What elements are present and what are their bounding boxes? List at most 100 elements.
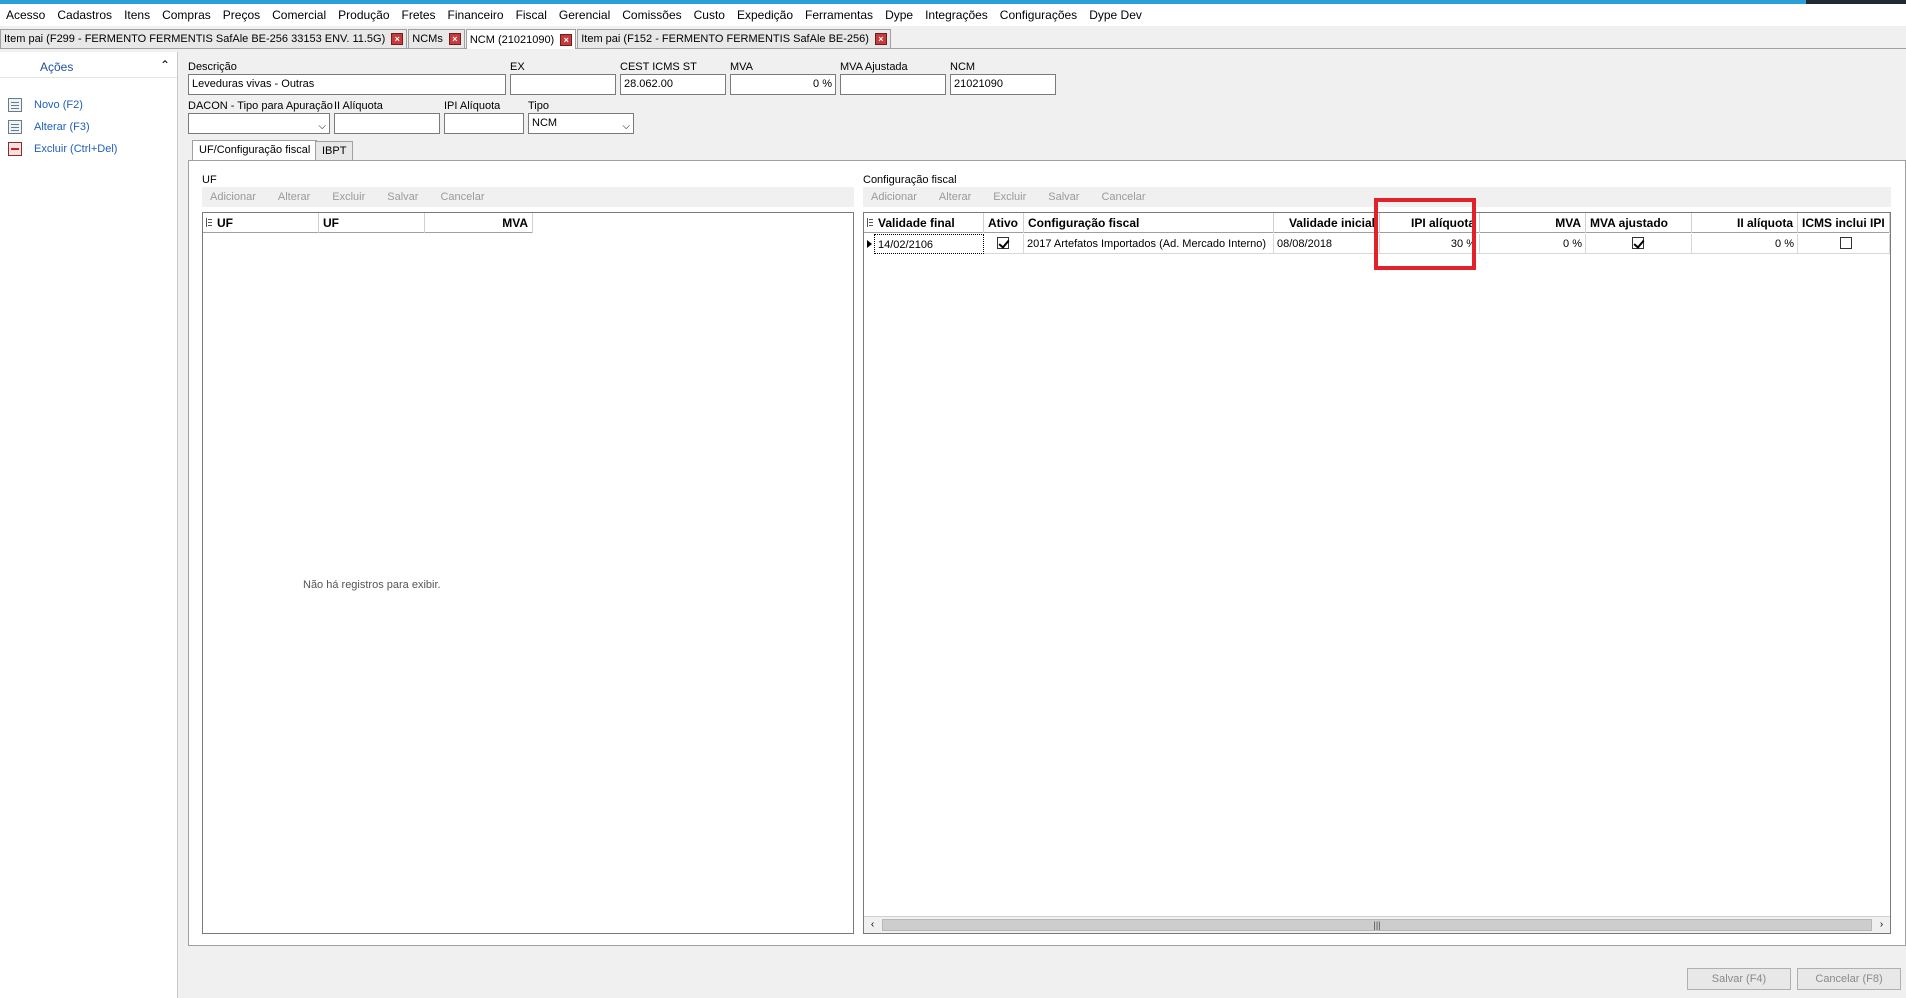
- col-configuracao-fiscal[interactable]: Configuração fiscal: [1024, 213, 1274, 233]
- chevron-down-icon: ⌵: [622, 121, 630, 132]
- column-chooser-icon[interactable]: [206, 218, 212, 227]
- col-ativo[interactable]: Ativo: [984, 213, 1024, 233]
- mva-field[interactable]: 0 %: [730, 74, 836, 95]
- action-label: Novo (F2): [34, 99, 83, 111]
- menu-fiscal[interactable]: Fiscal: [510, 4, 553, 26]
- ncm-field[interactable]: 21021090: [950, 74, 1056, 95]
- menu-configuracoes[interactable]: Configurações: [994, 4, 1083, 26]
- action-alterar[interactable]: Alterar (F3): [8, 118, 90, 136]
- mva-ajustado-checkbox[interactable]: [1632, 237, 1644, 249]
- menu-financeiro[interactable]: Financeiro: [442, 4, 510, 26]
- cell-mva-ajustado[interactable]: [1586, 234, 1692, 254]
- cell-configuracao-fiscal[interactable]: 2017 Artefatos Importados (Ad. Mercado I…: [1024, 234, 1274, 254]
- mva-ajustada-field[interactable]: [840, 74, 946, 95]
- doc-tab-item-pai-f152[interactable]: Item pai (F152 - FERMENTO FERMENTIS SafA…: [577, 29, 891, 48]
- col-mva-ajustado[interactable]: MVA ajustado: [1586, 213, 1692, 233]
- doc-tab-label: NCMs: [412, 33, 443, 45]
- menu-producao[interactable]: Produção: [332, 4, 395, 26]
- cell-ativo[interactable]: [984, 234, 1024, 254]
- config-grid[interactable]: Validade final Ativo Configuração fiscal…: [863, 212, 1891, 934]
- scroll-left-icon[interactable]: ‹: [864, 917, 881, 933]
- uf-add-button[interactable]: Adicionar: [210, 191, 256, 203]
- menu-ferramentas[interactable]: Ferramentas: [799, 4, 879, 26]
- menu-comissoes[interactable]: Comissões: [616, 4, 687, 26]
- close-icon[interactable]: ×: [874, 33, 887, 45]
- scroll-right-icon[interactable]: ›: [1873, 917, 1890, 933]
- uf-grid-header: UF UF MVA: [203, 213, 533, 233]
- close-icon[interactable]: ×: [391, 33, 404, 45]
- config-add-button[interactable]: Adicionar: [871, 191, 917, 203]
- close-icon[interactable]: ×: [560, 33, 573, 46]
- new-document-icon: [8, 98, 22, 112]
- cancel-button[interactable]: Cancelar (F8): [1797, 968, 1901, 990]
- ii-aliquota-field[interactable]: [334, 113, 440, 134]
- actions-header[interactable]: Ações ⌃: [0, 52, 177, 78]
- col-ii-aliquota[interactable]: II alíquota: [1692, 213, 1798, 233]
- menu-dype-dev[interactable]: Dype Dev: [1083, 4, 1148, 26]
- tab-uf-configuracao-fiscal[interactable]: UF/Configuração fiscal: [192, 140, 318, 161]
- uf-delete-button[interactable]: Excluir: [332, 191, 365, 203]
- cest-label: CEST ICMS ST: [620, 61, 697, 73]
- ex-field[interactable]: [510, 74, 616, 95]
- uf-col-uf-1[interactable]: UF: [213, 213, 319, 233]
- cell-validade-inicial[interactable]: 08/08/2018: [1274, 234, 1380, 254]
- close-icon[interactable]: ×: [448, 33, 461, 45]
- menu-itens[interactable]: Itens: [118, 4, 156, 26]
- doc-tab-label: Item pai (F152 - FERMENTO FERMENTIS SafA…: [581, 33, 869, 45]
- menu-compras[interactable]: Compras: [156, 4, 217, 26]
- uf-save-button[interactable]: Salvar: [387, 191, 418, 203]
- uf-col-mva[interactable]: MVA: [425, 213, 533, 233]
- ipi-aliquota-field[interactable]: [444, 113, 524, 134]
- descricao-field[interactable]: Leveduras vivas - Outras: [188, 74, 506, 95]
- cell-icms-inclui-ipi[interactable]: [1798, 234, 1890, 254]
- scrollbar-thumb[interactable]: |||: [882, 919, 1872, 931]
- icms-inclui-ipi-checkbox[interactable]: [1840, 237, 1852, 249]
- horizontal-scrollbar[interactable]: ‹ ||| ›: [864, 916, 1890, 933]
- tipo-select[interactable]: NCM ⌵: [528, 113, 634, 134]
- menu-integracoes[interactable]: Integrações: [919, 4, 994, 26]
- cest-field[interactable]: 28.062.00: [620, 74, 726, 95]
- uf-empty-message: Não há registros para exibir.: [303, 579, 441, 591]
- col-icms-inclui-ipi[interactable]: ICMS inclui IPI: [1798, 213, 1890, 233]
- dacon-select[interactable]: ⌵: [188, 113, 330, 134]
- action-novo[interactable]: Novo (F2): [8, 96, 83, 114]
- col-validade-final[interactable]: Validade final: [874, 213, 984, 233]
- chevron-up-icon[interactable]: ⌃: [160, 58, 170, 72]
- config-delete-button[interactable]: Excluir: [993, 191, 1026, 203]
- config-save-button[interactable]: Salvar: [1048, 191, 1079, 203]
- doc-tab-ncm-21021090[interactable]: NCM (21021090) ×: [465, 29, 577, 49]
- menu-cadastros[interactable]: Cadastros: [51, 4, 118, 26]
- ativo-checkbox[interactable]: [997, 237, 1009, 249]
- menu-expedicao[interactable]: Expedição: [731, 4, 799, 26]
- menu-precos[interactable]: Preços: [217, 4, 266, 26]
- uf-section-title: UF: [202, 174, 217, 186]
- config-edit-button[interactable]: Alterar: [939, 191, 971, 203]
- doc-tab-item-pai-f299[interactable]: Item pai (F299 - FERMENTO FERMENTIS SafA…: [0, 29, 408, 48]
- menu-comercial[interactable]: Comercial: [266, 4, 332, 26]
- menu-acesso[interactable]: Acesso: [0, 4, 51, 26]
- doc-tab-ncms[interactable]: NCMs ×: [408, 29, 465, 48]
- menu-dype[interactable]: Dype: [879, 4, 919, 26]
- menu-custo[interactable]: Custo: [688, 4, 731, 26]
- menu-fretes[interactable]: Fretes: [396, 4, 442, 26]
- menu-gerencial[interactable]: Gerencial: [553, 4, 616, 26]
- ex-label: EX: [510, 61, 525, 73]
- ipi-aliquota-label: IPI Alíquota: [444, 100, 501, 112]
- col-validade-inicial[interactable]: Validade inicial: [1274, 213, 1380, 233]
- action-excluir[interactable]: Excluir (Ctrl+Del): [8, 140, 117, 158]
- uf-edit-button[interactable]: Alterar: [278, 191, 310, 203]
- cell-validade-final[interactable]: 14/02/2106: [874, 234, 984, 254]
- delete-document-icon: [8, 142, 22, 156]
- uf-cancel-button[interactable]: Cancelar: [440, 191, 484, 203]
- actions-title: Ações: [40, 60, 74, 74]
- col-mva[interactable]: MVA: [1480, 213, 1586, 233]
- save-button[interactable]: Salvar (F4): [1687, 968, 1791, 990]
- cell-ii-aliquota[interactable]: 0 %: [1692, 234, 1798, 254]
- uf-col-uf-2[interactable]: UF: [319, 213, 425, 233]
- config-cancel-button[interactable]: Cancelar: [1101, 191, 1145, 203]
- uf-grid[interactable]: UF UF MVA Não há registros para exibir.: [202, 212, 854, 934]
- cell-mva[interactable]: 0 %: [1480, 234, 1586, 254]
- grip-icon: |||: [1373, 920, 1381, 930]
- column-chooser-icon[interactable]: [867, 218, 873, 227]
- tab-ibpt[interactable]: IBPT: [315, 141, 354, 161]
